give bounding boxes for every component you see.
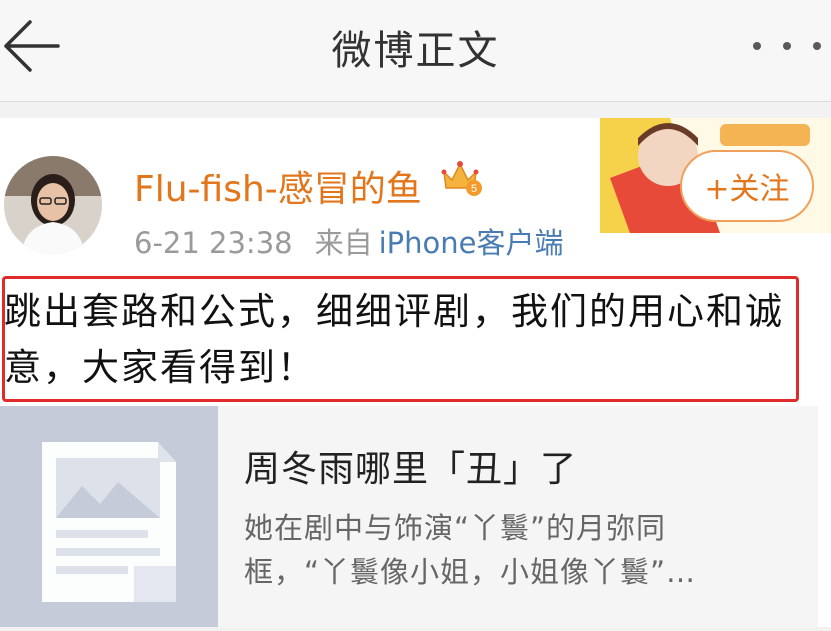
crown-vip-icon: 5 xyxy=(440,158,484,198)
article-image-placeholder-icon xyxy=(42,442,176,602)
post-time: 6-21 23:38 xyxy=(134,226,293,260)
link-description: 她在剧中与饰演“丫鬟”的月弥同 框，“丫鬟像小姐，小姐像丫鬟”… xyxy=(244,506,764,594)
svg-text:5: 5 xyxy=(471,183,477,195)
more-options-button[interactable] xyxy=(753,30,821,62)
more-dots-icon xyxy=(753,42,761,50)
link-title[interactable]: 周冬雨哪里「丑」了 xyxy=(244,440,577,492)
top-nav-bar: 微博正文 xyxy=(0,0,831,102)
link-thumbnail xyxy=(0,406,218,627)
link-description-line: 框，“丫鬟像小姐，小姐像丫鬟”… xyxy=(244,555,697,589)
follow-button[interactable]: +关注 xyxy=(680,150,814,222)
source-label: 来自 xyxy=(314,226,373,260)
source-client-link[interactable]: iPhone客户端 xyxy=(379,226,564,260)
page-title: 微博正文 xyxy=(331,28,500,74)
post-text: 跳出套路和公式，细细评剧，我们的用心和诚意，大家看得到！ xyxy=(4,290,784,389)
link-description-line: 她在剧中与饰演“丫鬟”的月弥同 xyxy=(244,511,667,545)
user-avatar[interactable] xyxy=(4,156,102,254)
username[interactable]: Flu-fish-感冒的鱼 xyxy=(134,160,422,212)
post-meta: 6-21 23:38 来自 iPhone客户端 xyxy=(134,220,564,262)
